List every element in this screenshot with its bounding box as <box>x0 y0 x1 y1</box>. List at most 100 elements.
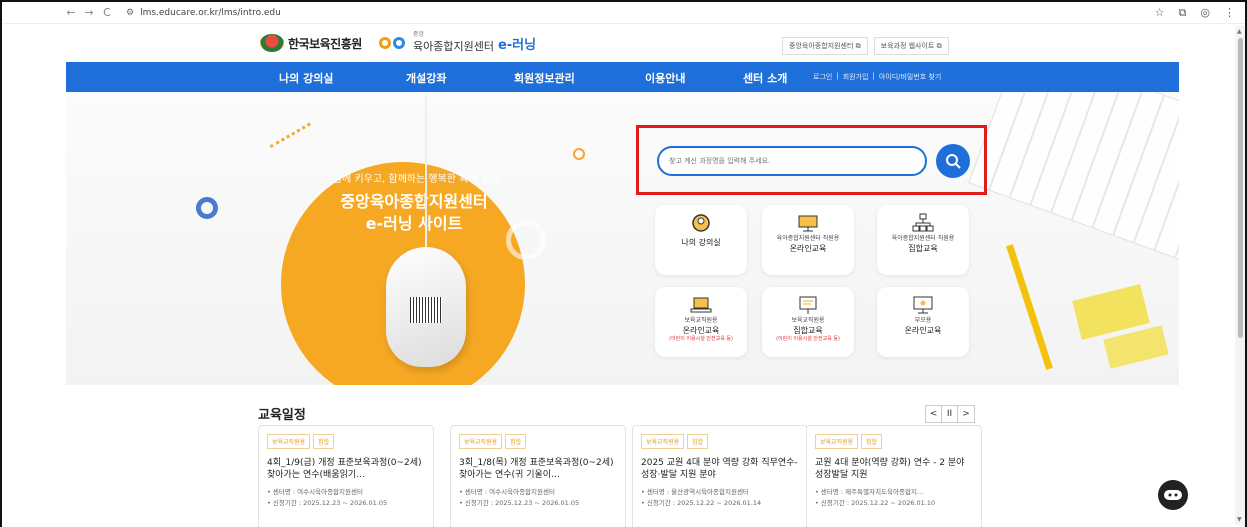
card-teacher-offline[interactable]: 보육교직원용 집합교육 (어린이 이용시설 안전교육 등) <box>762 287 854 357</box>
nav-center-intro[interactable]: 센터 소개 <box>743 70 787 86</box>
type-tag: 집합 <box>505 434 527 449</box>
next-button[interactable]: > <box>958 406 974 422</box>
profile-icon[interactable]: ◎ <box>1200 6 1210 20</box>
apply-period: • 신청기간 : 2025.12.22 ~ 2026.01.14 <box>641 499 762 507</box>
browser-menu-icon[interactable]: ⋮ <box>1224 6 1235 20</box>
util-links: 로그인 | 회원가입 | 아이디/비밀번호 찾기 <box>813 72 941 82</box>
card-center-staff-offline[interactable]: 육아종합지원센터 직원용 집합교육 <box>877 205 969 275</box>
center-name: • 센터명 : 울산광역시육아종합지원센터 <box>641 488 749 496</box>
type-tag: 집합 <box>313 434 335 449</box>
card-audience: 부모용 <box>914 317 932 324</box>
schedule-card[interactable]: 보육교직원용 집합 교원 4대 분야(역량 강화) 연수 - 2 분야 성장발달 … <box>806 425 982 527</box>
page-scrollbar[interactable]: ▲ ▼ <box>1235 26 1245 525</box>
schedule-card[interactable]: 보육교직원용 집합 4회_1/9(금) 개정 표준보육과정(0~2세) 찾아가는 … <box>258 425 434 527</box>
audience-tag: 보육교직원용 <box>641 434 685 449</box>
chatbot-icon <box>1164 490 1182 500</box>
nav-guide[interactable]: 이용안내 <box>645 70 685 86</box>
center-name: • 센터명 : 여수시육아종합지원센터 <box>267 488 363 496</box>
ring-decoration <box>573 148 585 160</box>
center-name: 육아종합지원센터 <box>413 40 494 53</box>
apply-period: • 신청기간 : 2025.12.22 ~ 2026.01.10 <box>815 499 936 507</box>
nav-my-classroom[interactable]: 나의 강의실 <box>279 70 333 86</box>
card-audience: 육아종합지원센터 직원용 <box>891 235 955 242</box>
site-header: 한국보육진흥원 중앙 육아종합지원센터 e-러닝 중앙육아종합지원센터 ⧉ 보육… <box>2 24 1233 62</box>
card-my-classroom[interactable]: 나의 강의실 <box>655 205 747 275</box>
card-title: 집합교육 <box>793 326 823 335</box>
monitor-icon <box>796 213 820 233</box>
card-teacher-online[interactable]: 보육교직원용 온라인교육 (어린이 이용시설 안전교육 등) <box>655 287 747 357</box>
center-name: • 센터명 : 제주특별자치도육아종합지… <box>815 488 924 496</box>
course-title: 4회_1/9(금) 개정 표준보육과정(0~2세) 찾아가는 연수(배움읽기… <box>267 458 422 480</box>
nav-courses[interactable]: 개설강좌 <box>406 70 446 86</box>
prev-button[interactable]: < <box>926 406 942 422</box>
card-title: 온라인교육 <box>904 326 942 335</box>
signup-link[interactable]: 회원가입 <box>843 72 869 82</box>
bookmark-star-icon[interactable]: ☆ <box>1155 6 1165 20</box>
type-tag: 집합 <box>861 434 883 449</box>
scrollbar-thumb[interactable] <box>1238 38 1243 338</box>
hero-title: 중앙육아종합지원센터 <box>340 192 488 211</box>
scroll-up-icon[interactable]: ▲ <box>1237 28 1242 35</box>
presentation-icon <box>796 295 820 315</box>
laptop-icon <box>689 295 713 315</box>
course-title: 교원 4대 분야(역량 강화) 연수 - 2 분야 성장발달 지원 <box>815 458 965 480</box>
ring-decoration <box>196 197 218 219</box>
hero-slogan: 함께 키우고, 함께하는 행복한 육아 실현 <box>332 174 500 185</box>
card-title: 온라인교육 <box>682 326 720 335</box>
kcpi-logo[interactable]: 한국보육진흥원 <box>260 34 362 52</box>
schedule-title: 교육일정 <box>258 408 306 423</box>
pause-button[interactable]: II <box>942 406 958 422</box>
address-bar[interactable]: ⚙ lms.educare.or.kr/lms/intro.edu <box>126 8 281 18</box>
card-title: 나의 강의실 <box>681 238 721 247</box>
nav-member-info[interactable]: 회원정보관리 <box>514 70 575 86</box>
card-parent-online[interactable]: 부모용 온라인교육 <box>877 287 969 357</box>
schedule-card[interactable]: 보육교직원용 집합 3회_1/8(목) 개정 표준보육과정(0~2세) 찾아가는 … <box>450 425 626 527</box>
course-title: 3회_1/8(목) 개정 표준보육과정(0~2세) 찾아가는 연수(귀 기울이… <box>459 458 614 480</box>
type-tag: 집합 <box>687 434 709 449</box>
back-button[interactable]: ← <box>62 6 80 19</box>
schedule-pager: < II > <box>925 405 975 423</box>
curriculum-site-link[interactable]: 보육과정 웹사이트 ⧉ <box>873 37 949 55</box>
scroll-down-icon[interactable]: ▼ <box>1237 516 1242 523</box>
card-note: (어린이 이용시설 안전교육 등) <box>669 336 733 342</box>
card-audience: 보육교직원용 <box>684 317 718 324</box>
reload-button[interactable]: C <box>98 6 116 19</box>
org-chart-icon <box>911 213 935 233</box>
apply-period: • 신청기간 : 2025.12.23 ~ 2026.01.05 <box>459 499 580 507</box>
forward-button[interactable]: → <box>80 6 98 19</box>
search-highlight-box <box>636 125 987 195</box>
elearning-label: e-러닝 <box>497 37 537 53</box>
card-center-staff-online[interactable]: 육아종합지원센터 직원용 온라인교육 <box>762 205 854 275</box>
course-title: 2025 교원 4대 분야 역량 강화 직무연수- 성장·발달 지원 분야 <box>641 458 798 480</box>
apply-period: • 신청기간 : 2025.12.23 ~ 2026.01.05 <box>267 499 388 507</box>
chatbot-button[interactable] <box>1158 480 1188 510</box>
user-circle-icon <box>689 213 713 233</box>
card-note: (어린이 이용시설 안전교육 등) <box>776 336 840 342</box>
card-title: 집합교육 <box>908 244 938 253</box>
audience-tag: 보육교직원용 <box>267 434 311 449</box>
hero-subtitle: e-러닝 사이트 <box>365 214 463 233</box>
keyboard-illustration <box>968 92 1179 272</box>
extensions-icon[interactable]: ⧉ <box>1179 6 1187 20</box>
divider: | <box>836 72 839 80</box>
divider: | <box>872 72 875 80</box>
card-audience: 육아종합지원센터 직원용 <box>776 235 840 242</box>
schedule-card[interactable]: 보육교직원용 집합 2025 교원 4대 분야 역량 강화 직무연수- 성장·발달… <box>632 425 808 527</box>
pencil-illustration <box>1006 244 1053 370</box>
audience-tag: 보육교직원용 <box>459 434 503 449</box>
site-info-icon[interactable]: ⚙ <box>126 8 134 18</box>
browser-toolbar: ← → C ⚙ lms.educare.or.kr/lms/intro.edu … <box>2 2 1245 24</box>
main-nav: 나의 강의실 개설강좌 회원정보관리 이용안내 센터 소개 로그인 | 회원가입… <box>66 62 1179 92</box>
url-text: lms.educare.or.kr/lms/intro.edu <box>140 7 281 18</box>
login-link[interactable]: 로그인 <box>813 72 832 82</box>
squiggle-decoration <box>269 122 325 172</box>
hero-section: 함께 키우고, 함께하는 행복한 육아 실현 중앙육아종합지원센터 e-러닝 사… <box>66 92 1179 385</box>
mouse-illustration <box>386 97 466 367</box>
center-logo[interactable]: 중앙 육아종합지원센터 e-러닝 <box>379 32 536 54</box>
audience-tag: 보육교직원용 <box>815 434 859 449</box>
top-links: 중앙육아종합지원센터 ⧉ 보육과정 웹사이트 ⧉ <box>782 37 949 55</box>
find-id-password-link[interactable]: 아이디/비밀번호 찾기 <box>879 72 942 82</box>
central-center-link[interactable]: 중앙육아종합지원센터 ⧉ <box>782 37 868 55</box>
center-logo-icon <box>379 34 409 52</box>
center-name: • 센터명 : 여수시육아종합지원센터 <box>459 488 555 496</box>
